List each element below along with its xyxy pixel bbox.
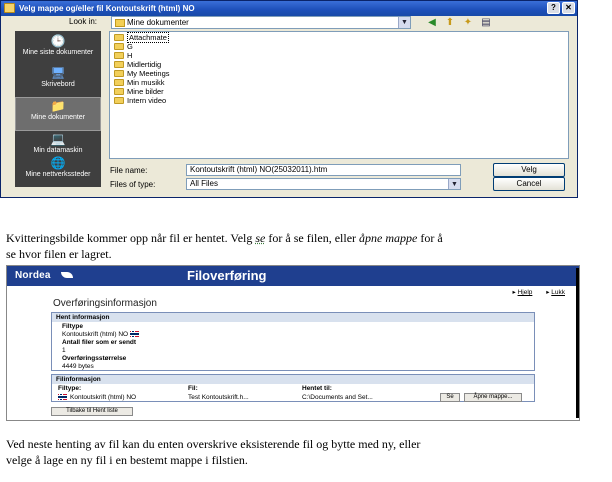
row-hentet: C:\Documents and Set... [302,394,373,401]
new-folder-icon[interactable]: ✦ [461,16,475,29]
up-folder-icon[interactable]: ⬆ [443,16,457,29]
hent-informasjon-box: Hent informasjon Filtype Kontoutskrift (… [51,312,535,371]
place-my-documents[interactable]: 📁 Mine dokumenter [15,97,101,131]
list-item[interactable]: Midlertidig [114,61,161,69]
help-link[interactable]: ▸ Hjelp [512,289,532,296]
list-item[interactable]: My Meetings [114,70,170,78]
chevron-down-icon[interactable]: ▼ [448,179,460,189]
my-computer-icon: 💻 [50,132,66,146]
open-folder-button[interactable]: Åpne mappe... [464,393,522,402]
view-menu-icon[interactable]: ▤ [479,16,493,29]
storrelse-value: 4449 bytes [62,363,94,370]
instruction-paragraph-2-line-2: velge å lage en ny fil i en bestemt mapp… [6,453,248,467]
list-item[interactable]: Min musikk [114,79,165,87]
place-network[interactable]: 🌐 Mine nettverkssteder [15,155,101,187]
list-item[interactable]: G [114,43,133,51]
dialog-title: Velg mappe og/eller fil Kontoutskrift (h… [19,4,195,13]
nordea-logo: Nordea [15,270,51,281]
box-header: Filinformasjon [52,375,534,384]
look-in-label: Look in: [69,17,98,26]
folder-icon [114,70,124,77]
filtype-value: Kontoutskrift (html) NO [62,331,140,338]
file-type-label: Files of type: [110,180,156,189]
ok-button[interactable]: Velg [493,163,565,177]
row-filtype: Kontoutskrift (html) NO [58,394,136,401]
folder-icon [115,19,125,27]
close-link[interactable]: ▸ Lukk [546,289,565,296]
places-bar: 🕒 Mine siste dokumenter 🖥 Skrivebord 📁 M… [15,31,101,187]
cancel-button[interactable]: Cancel [493,177,565,191]
close-title-button[interactable]: ✕ [562,2,575,14]
my-documents-icon: 📁 [50,99,66,113]
file-dialog: Velg mappe og/eller fil Kontoutskrift (h… [0,0,578,198]
look-in-value: Mine dokumenter [127,18,189,27]
folder-icon [114,34,124,41]
list-item[interactable]: Attachmate [114,32,169,43]
folder-icon [4,3,15,13]
col-hentet: Hentet til: [302,385,332,392]
file-type-value: All Files [190,179,219,188]
edge-divider [576,268,579,418]
list-item[interactable]: Intern video [114,97,166,105]
instruction-paragraph-1: Kvitteringsbilde kommer opp når fil er h… [6,231,443,245]
chevron-down-icon[interactable]: ▼ [398,17,410,28]
file-type-dropdown[interactable]: All Files ▼ [186,178,461,190]
back-icon[interactable]: ◀ [425,16,439,29]
receipt-links: ▸ Hjelp ▸ Lukk [7,288,579,298]
folder-icon [114,88,124,95]
box-header: Hent informasjon [52,313,534,322]
norway-flag-icon [130,331,140,338]
place-desktop[interactable]: 🖥 Skrivebord [15,65,101,97]
section-title: Overføringsinformasjon [53,298,157,309]
folder-icon [114,79,124,86]
norway-flag-icon [58,394,67,401]
nordea-wing-icon [61,272,73,278]
recent-documents-icon: 🕒 [50,34,66,48]
receipt-header: Nordea Filoverføring [7,266,579,286]
folder-icon [114,43,124,50]
antall-label: Antall filer som er sendt [62,339,137,346]
place-label: Mine dokumenter [30,114,86,121]
folder-icon [114,52,124,59]
place-label: Min datamaskin [33,147,83,154]
se-button[interactable]: Se [440,393,460,402]
col-filtype: Filtype: [58,385,82,392]
col-fil: Fil: [188,385,198,392]
folder-icon [114,61,124,68]
apne-mappe-word: åpne mappe [359,231,418,245]
place-label: Mine siste dokumenter [22,49,94,56]
receipt-window: Nordea Filoverføring ▸ Hjelp ▸ Lukk Over… [6,265,580,421]
file-name-label: File name: [110,166,148,175]
instruction-paragraph-1-line-2: se hvor filen er lagret. [6,247,112,261]
file-name-input[interactable]: Kontoutskrift (html) NO(25032011).htm [186,164,461,176]
row-fil: Test Kontoutskrift.h... [188,394,249,401]
network-places-icon: 🌐 [50,156,66,170]
desktop-icon: 🖥 [50,66,66,80]
instruction-paragraph-2: Ved neste henting av fil kan du enten ov… [6,437,421,451]
folder-icon [114,97,124,104]
se-word: se [255,231,266,245]
list-item[interactable]: H [114,52,132,60]
back-to-list-button[interactable]: Tilbake til Hent liste [51,407,133,416]
place-label: Mine nettverkssteder [25,171,91,178]
filtype-label: Filtype [62,323,83,330]
antall-value: 1 [62,347,66,354]
place-recent-documents[interactable]: 🕒 Mine siste dokumenter [15,33,101,65]
dialog-titlebar: Velg mappe og/eller fil Kontoutskrift (h… [1,1,577,16]
file-list[interactable]: Attachmate G H Midlertidig My Meetings M… [109,31,569,159]
list-item[interactable]: Mine bilder [114,88,164,96]
storrelse-label: Overføringsstørrelse [62,355,127,362]
filinformasjon-box: Filinformasjon Filtype: Fil: Hentet til:… [51,374,535,402]
receipt-title: Filoverføring [187,268,267,283]
look-in-dropdown[interactable]: Mine dokumenter ▼ [111,16,411,29]
place-label: Skrivebord [41,81,75,88]
help-title-button[interactable]: ? [547,2,560,14]
